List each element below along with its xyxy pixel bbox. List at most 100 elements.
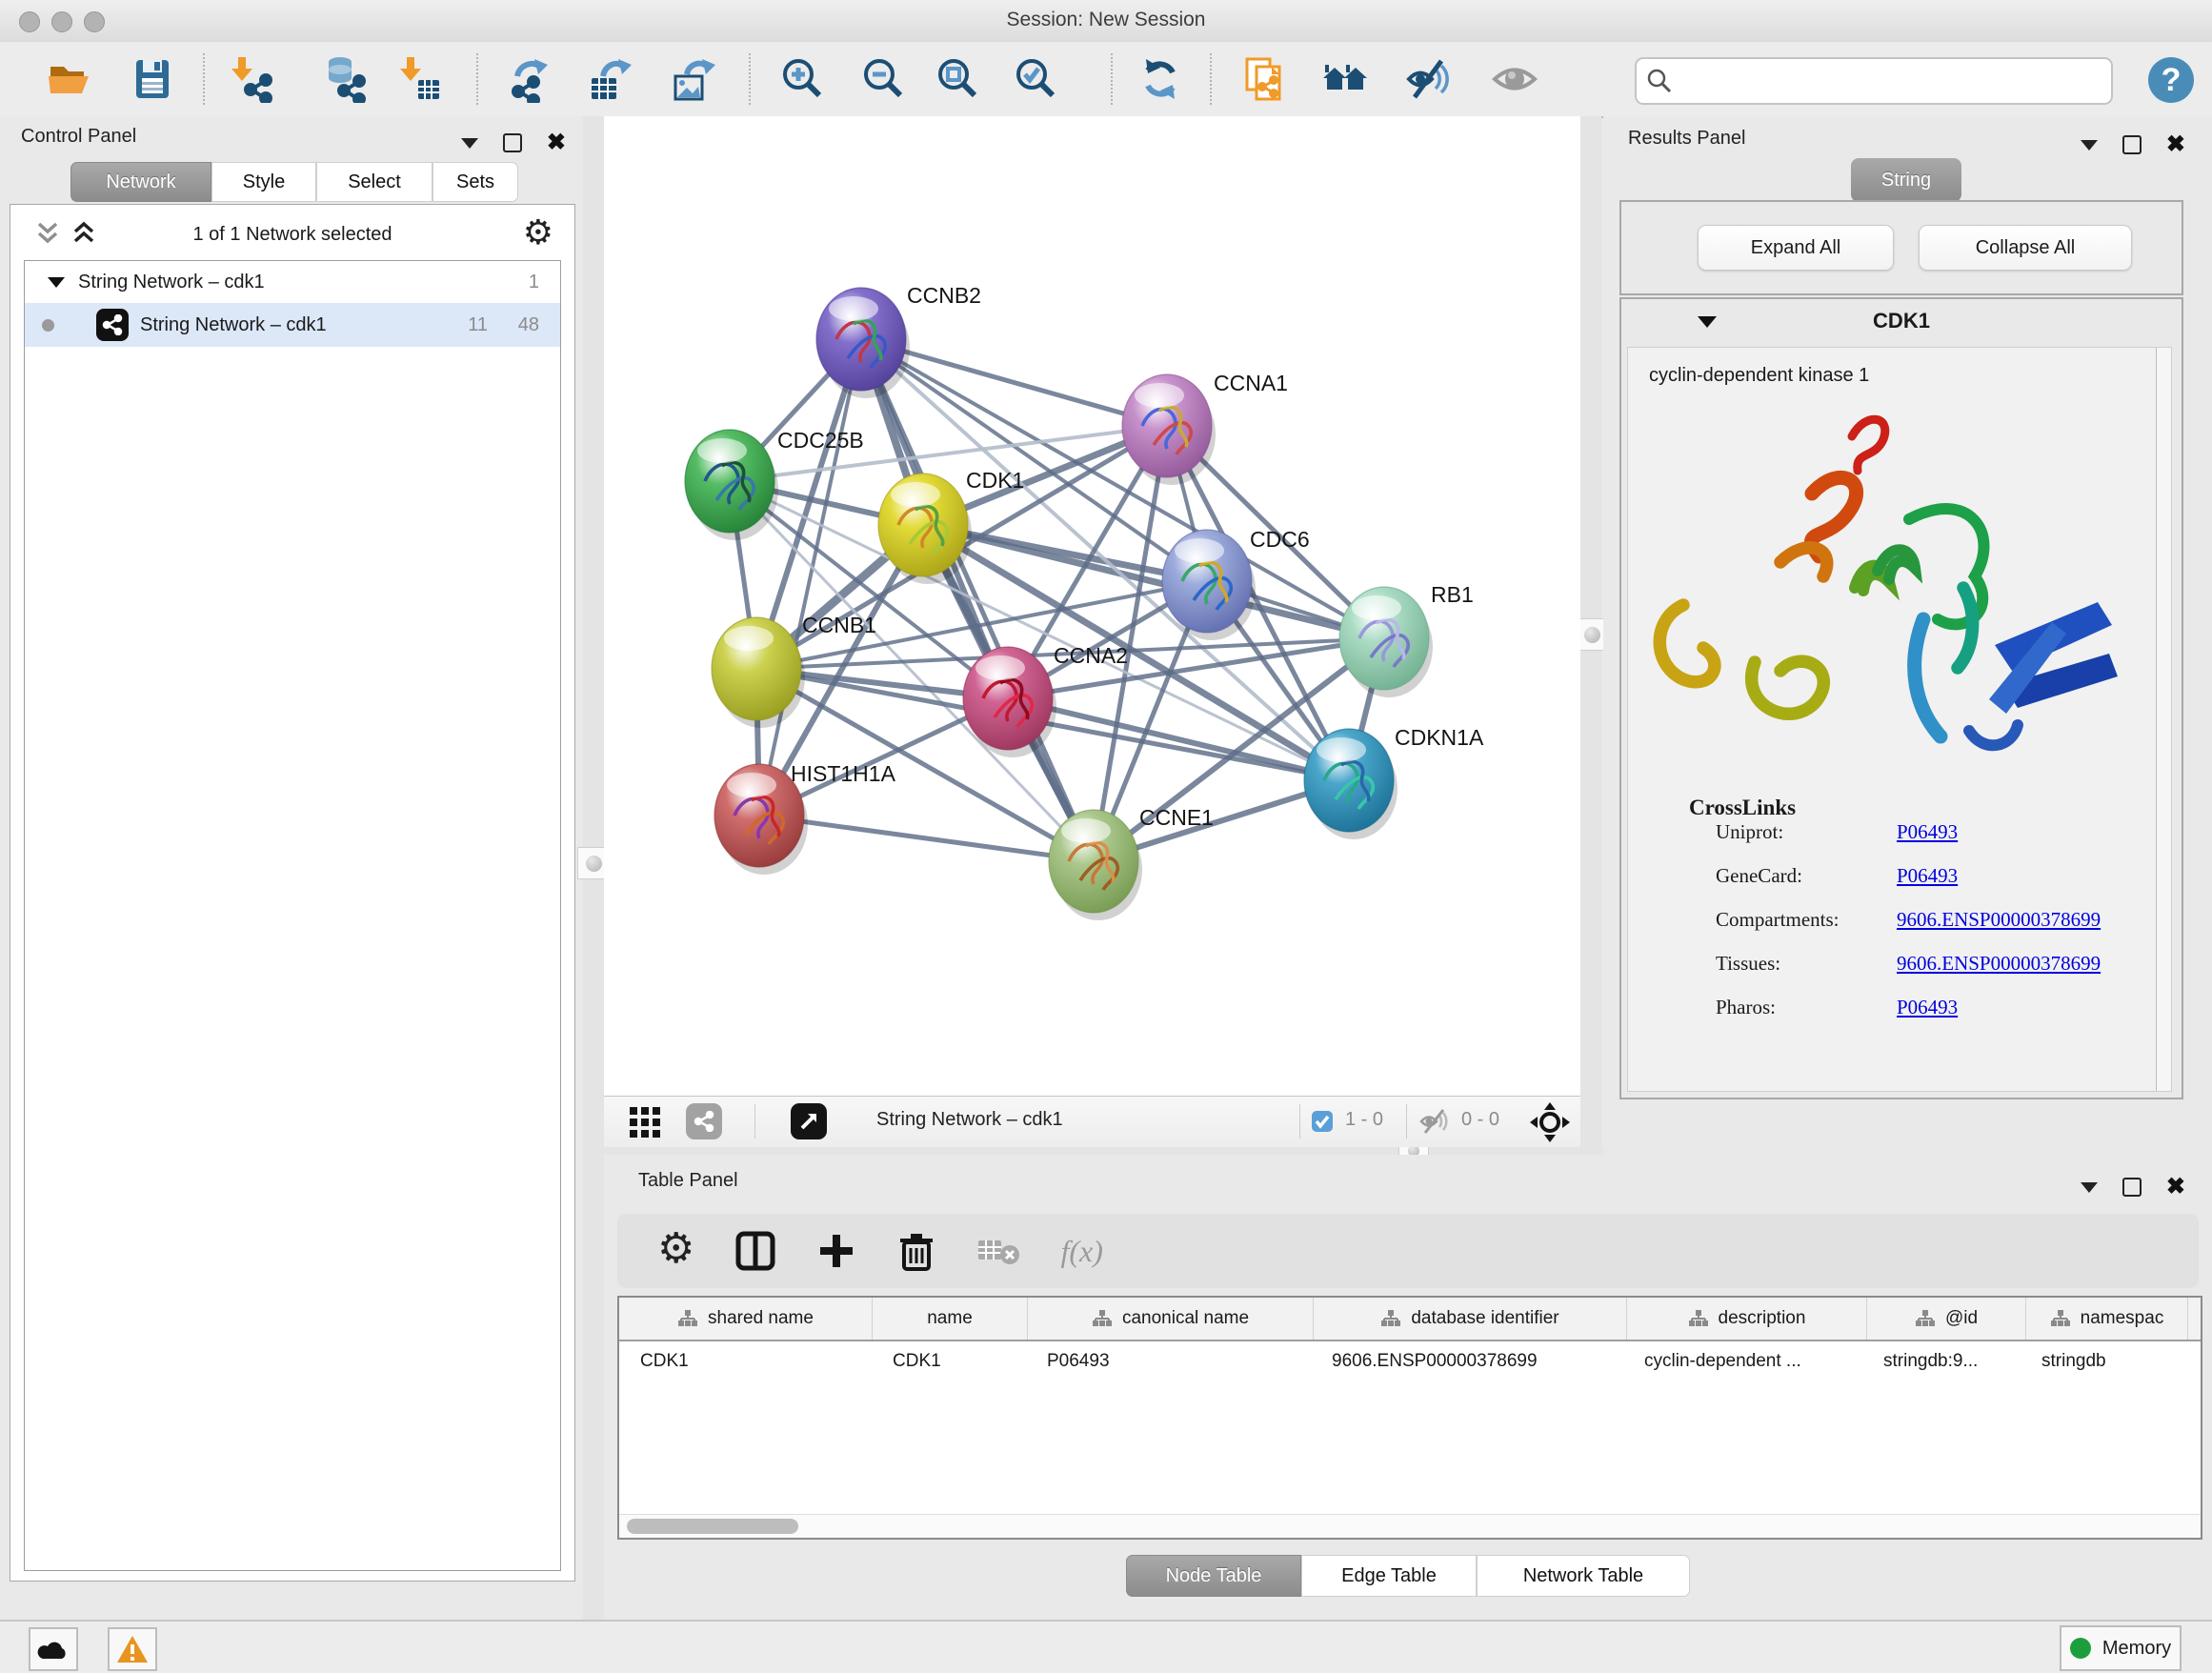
collapse-panel-icon[interactable] xyxy=(2081,1182,2098,1193)
zoom-out-icon[interactable] xyxy=(860,55,908,103)
node-section-header[interactable]: CDK1 xyxy=(1621,299,2182,345)
selected-count: 1 - 0 xyxy=(1345,1109,1383,1131)
right-splitter[interactable] xyxy=(1580,116,1601,1155)
network-current-bullet xyxy=(42,319,54,332)
network-row-selected[interactable]: String Network – cdk1 11 48 xyxy=(25,303,560,347)
node-label-cdk1: CDK1 xyxy=(966,468,1024,493)
table-cell[interactable]: P06493 xyxy=(1026,1351,1311,1372)
close-panel-icon[interactable]: ✖ xyxy=(2166,1176,2185,1199)
tab-style[interactable]: Style xyxy=(211,162,316,202)
cloud-status-button[interactable] xyxy=(29,1627,78,1671)
close-panel-icon[interactable]: ✖ xyxy=(547,131,566,154)
crosslink-link[interactable]: 9606.ENSP00000378699 xyxy=(1897,908,2101,932)
toolbar-separator xyxy=(749,53,751,105)
crosslink-link[interactable]: 9606.ENSP00000378699 xyxy=(1897,952,2101,976)
float-panel-icon[interactable] xyxy=(2122,135,2142,154)
table-row[interactable]: CDK1CDK1P064939606.ENSP00000378699cyclin… xyxy=(619,1341,2201,1381)
crosslink-link[interactable]: P06493 xyxy=(1897,996,1958,1019)
network-options-gear-icon[interactable]: ⚙ xyxy=(523,212,553,252)
zoom-fit-icon[interactable] xyxy=(935,55,982,103)
float-panel-icon[interactable] xyxy=(503,133,522,152)
results-tab-string[interactable]: String xyxy=(1851,158,1961,202)
save-session-icon[interactable] xyxy=(129,55,176,103)
grid-view-icon[interactable] xyxy=(629,1106,661,1139)
tab-network-table[interactable]: Network Table xyxy=(1477,1555,1690,1597)
clone-network-icon[interactable] xyxy=(1239,55,1287,103)
table-cell[interactable]: 9606.ENSP00000378699 xyxy=(1311,1351,1623,1372)
column-type-icon xyxy=(1688,1309,1709,1328)
network-edge[interactable] xyxy=(759,339,861,816)
column-header-1[interactable]: name xyxy=(873,1298,1028,1340)
network-share-view-icon[interactable] xyxy=(686,1103,722,1139)
expand-all-button[interactable]: Expand All xyxy=(1698,225,1894,271)
delete-column-icon[interactable] xyxy=(896,1231,936,1271)
table-options-gear-icon[interactable]: ⚙ xyxy=(657,1224,694,1273)
export-network-icon[interactable] xyxy=(508,55,555,103)
tab-select[interactable]: Select xyxy=(316,162,432,202)
help-icon[interactable]: ? xyxy=(2146,55,2194,103)
tab-sets[interactable]: Sets xyxy=(432,162,518,202)
crosslink-label: Tissues: xyxy=(1716,952,1780,976)
column-header-0[interactable]: shared name xyxy=(619,1298,873,1340)
export-image-icon[interactable] xyxy=(670,55,717,103)
network-edge[interactable] xyxy=(759,816,1094,861)
selected-checkbox-icon[interactable] xyxy=(1311,1110,1334,1133)
collection-expand-caret-icon[interactable] xyxy=(48,277,65,288)
network-selection-bar: 1 of 1 Network selected ⚙ xyxy=(10,216,574,252)
show-columns-icon[interactable] xyxy=(734,1230,776,1272)
table-cell[interactable]: CDK1 xyxy=(619,1351,872,1372)
detach-view-icon[interactable] xyxy=(791,1103,827,1139)
network-view-toolbar: String Network – cdk1 1 - 0 0 - 0 xyxy=(604,1096,1580,1147)
collapse-all-button[interactable]: Collapse All xyxy=(1919,225,2132,271)
column-header-6[interactable]: namespac xyxy=(2026,1298,2188,1340)
collection-count: 1 xyxy=(529,272,539,293)
open-session-icon[interactable] xyxy=(46,55,93,103)
collapse-panel-icon[interactable] xyxy=(461,138,478,149)
window-titlebar: Session: New Session xyxy=(0,0,2212,43)
table-horizontal-scrollbar[interactable] xyxy=(619,1514,2201,1538)
network-collection-row[interactable]: String Network – cdk1 1 xyxy=(25,261,560,303)
tab-node-table[interactable]: Node Table xyxy=(1126,1555,1301,1597)
table-cell[interactable]: stringdb:9... xyxy=(1862,1351,2021,1372)
column-header-5[interactable]: @id xyxy=(1867,1298,2026,1340)
warning-status-button[interactable] xyxy=(108,1627,157,1671)
column-header-3[interactable]: database identifier xyxy=(1314,1298,1627,1340)
node-description: cyclin-dependent kinase 1 xyxy=(1649,365,1869,387)
column-type-icon xyxy=(677,1309,698,1328)
search-box[interactable] xyxy=(1635,57,2113,105)
function-builder-icon: f(x) xyxy=(1060,1234,1102,1269)
refresh-layout-icon[interactable] xyxy=(1136,55,1184,103)
hide-unhide-icon[interactable] xyxy=(1405,55,1453,103)
memory-button[interactable]: Memory xyxy=(2060,1625,2182,1671)
crosslinks-section: CrossLinks Uniprot: P06493 GeneCard: P06… xyxy=(1628,796,2171,1039)
node-details: cyclin-dependent kinase 1 xyxy=(1627,347,2172,1092)
column-header-4[interactable]: description xyxy=(1627,1298,1867,1340)
search-input[interactable] xyxy=(1679,63,2101,97)
table-cell[interactable]: cyclin-dependent ... xyxy=(1623,1351,1862,1372)
results-scrollbar[interactable] xyxy=(2156,348,2171,1091)
birds-eye-view-icon[interactable] xyxy=(1530,1102,1570,1142)
results-panel-title: Results Panel xyxy=(1628,128,1745,150)
column-header-2[interactable]: canonical name xyxy=(1028,1298,1314,1340)
show-graphics-icon[interactable] xyxy=(1491,55,1538,103)
add-column-icon[interactable] xyxy=(816,1231,856,1271)
scrollbar-thumb[interactable] xyxy=(627,1519,798,1534)
export-table-icon[interactable] xyxy=(588,55,635,103)
crosslink-link[interactable]: P06493 xyxy=(1897,864,1958,888)
crosslink-link[interactable]: P06493 xyxy=(1897,820,1958,844)
collapse-panel-icon[interactable] xyxy=(2081,140,2098,151)
float-panel-icon[interactable] xyxy=(2122,1178,2142,1197)
import-network-file-icon[interactable] xyxy=(227,55,274,103)
table-cell[interactable]: stringdb xyxy=(2021,1351,2182,1372)
string-home-icon[interactable] xyxy=(1321,55,1369,103)
left-splitter[interactable] xyxy=(583,116,604,1620)
tab-network[interactable]: Network xyxy=(70,162,211,202)
zoom-selected-icon[interactable] xyxy=(1013,55,1060,103)
close-panel-icon[interactable]: ✖ xyxy=(2166,133,2185,156)
zoom-in-icon[interactable] xyxy=(779,55,827,103)
import-table-file-icon[interactable] xyxy=(395,55,443,103)
import-network-database-icon[interactable] xyxy=(319,55,367,103)
network-view-canvas[interactable]: CCNB2CCNA1CDC25BCDK1CDC6RB1CCNB1CCNA2CDK… xyxy=(604,116,1580,1096)
table-cell[interactable]: CDK1 xyxy=(872,1351,1026,1372)
tab-edge-table[interactable]: Edge Table xyxy=(1301,1555,1477,1597)
